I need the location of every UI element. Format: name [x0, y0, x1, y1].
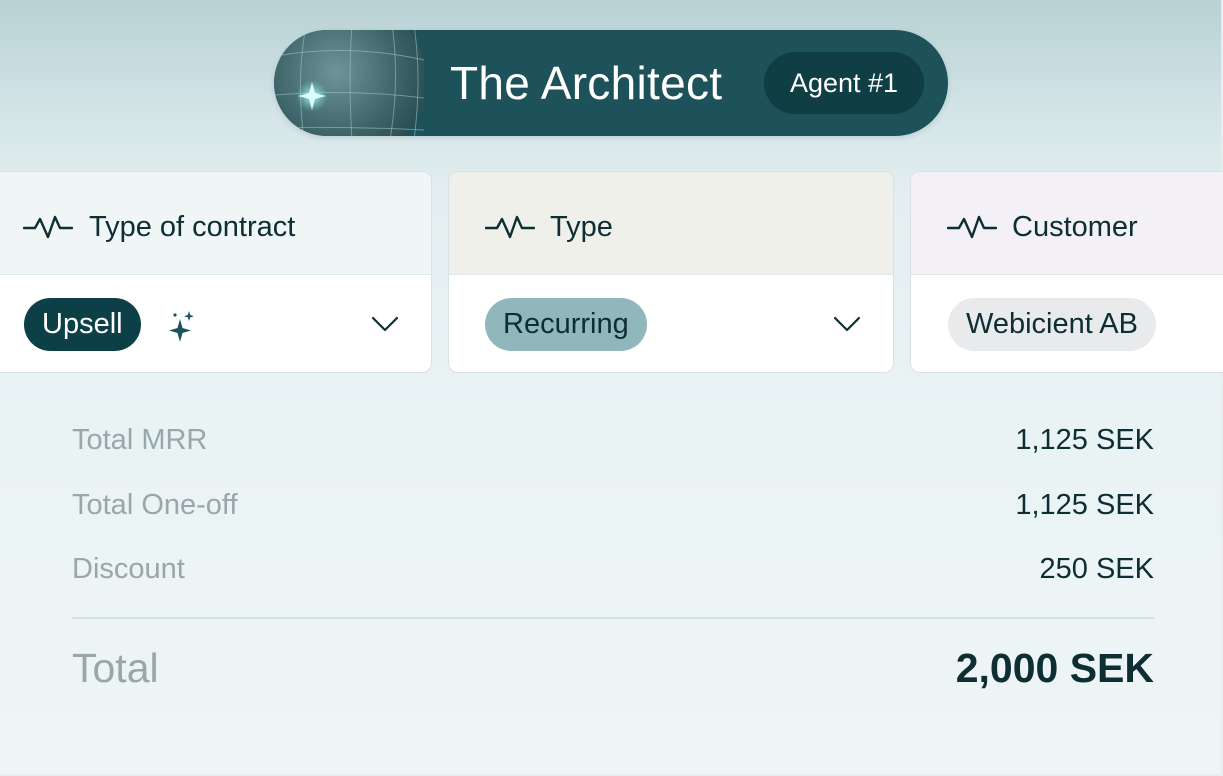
summary-row-total-one-off: Total One-off 1,125 SEK: [72, 485, 1154, 525]
value-chip[interactable]: Upsell: [24, 298, 141, 351]
summary-label: Total One-off: [72, 489, 238, 521]
value-chip[interactable]: Webicient AB: [948, 298, 1156, 351]
field-card-header: Type of contract: [0, 172, 431, 275]
sparkle-icon: [169, 311, 194, 342]
field-select-customer[interactable]: Webicient AB: [911, 275, 1223, 372]
value-chip[interactable]: Recurring: [485, 298, 647, 351]
summary-row-total-mrr: Total MRR 1,125 SEK: [72, 420, 1154, 460]
globe-icon: [274, 30, 424, 136]
field-label: Type of contract: [89, 211, 296, 243]
field-card-type: Type Recurring: [448, 171, 894, 373]
agent-number-badge: Agent #1: [764, 52, 924, 114]
summary-value: 1,125 SEK: [1015, 489, 1154, 521]
field-card-type-of-contract: Type of contract Upsell: [0, 171, 432, 373]
summary-label: Total MRR: [72, 424, 208, 456]
summary-row-discount: Discount 250 SEK: [72, 549, 1154, 589]
agent-header: The Architect Agent #1: [274, 30, 948, 136]
total-value: 2,000 SEK: [955, 645, 1154, 691]
activity-pulse-icon: [485, 215, 535, 239]
field-card-customer: Customer Webicient AB: [910, 171, 1223, 373]
summary-divider: [72, 617, 1154, 619]
chevron-down-icon[interactable]: [371, 315, 399, 333]
field-label: Customer: [1012, 211, 1138, 243]
field-select-type[interactable]: Recurring: [449, 275, 893, 372]
field-card-header: Type: [449, 172, 893, 275]
summary-total-row: Total 2,000 SEK: [72, 640, 1154, 696]
field-label: Type: [550, 211, 613, 243]
activity-pulse-icon: [947, 215, 997, 239]
total-label: Total: [72, 645, 159, 691]
chevron-down-icon[interactable]: [833, 315, 861, 333]
summary-value: 250 SEK: [1039, 553, 1154, 585]
summary-label: Discount: [72, 553, 185, 585]
field-card-header: Customer: [911, 172, 1223, 275]
activity-pulse-icon: [23, 215, 73, 239]
field-select-type-of-contract[interactable]: Upsell: [0, 275, 431, 372]
summary-value: 1,125 SEK: [1015, 424, 1154, 456]
agent-name: The Architect: [450, 57, 723, 109]
